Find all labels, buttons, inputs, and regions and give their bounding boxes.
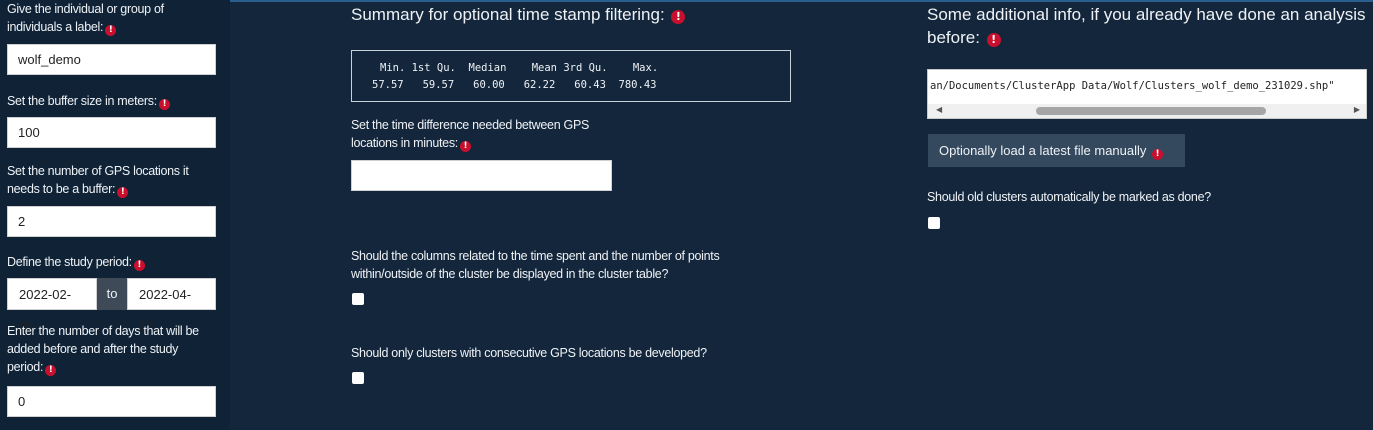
old-clusters-question: Should old clusters automatically be mar… bbox=[927, 190, 1211, 204]
days-input[interactable]: 0 bbox=[7, 386, 216, 417]
scroll-left-icon[interactable]: ◀ bbox=[936, 105, 942, 114]
label-input[interactable]: wolf_demo bbox=[7, 44, 216, 75]
buffer-size-label: Set the buffer size in meters:! bbox=[7, 92, 222, 110]
days-label: Enter the number of days that will be ad… bbox=[7, 324, 199, 376]
scroll-thumb[interactable] bbox=[1036, 107, 1266, 115]
file-path-output[interactable]: an/Documents/ClusterApp Data/Wolf/Cluste… bbox=[927, 69, 1367, 119]
gps-count-label: Set the number of GPS locations it needs… bbox=[7, 164, 189, 198]
label-field-label: Give the individual or group of individu… bbox=[7, 2, 164, 36]
gps-count-input[interactable]: 2 bbox=[7, 206, 216, 237]
summary-output: Min. 1st Qu. Median Mean 3rd Qu. Max. 57.… bbox=[351, 50, 791, 102]
info-icon[interactable]: ! bbox=[459, 141, 471, 152]
date-start-input[interactable]: 2022-02-28 bbox=[7, 278, 97, 334]
info-icon[interactable]: ! bbox=[133, 260, 145, 271]
date-separator: to bbox=[97, 278, 127, 310]
info-icon[interactable]: ! bbox=[105, 25, 117, 36]
consecutive-question: Should only clusters with consecutive GP… bbox=[351, 346, 707, 360]
info-icon: ! bbox=[1152, 149, 1164, 160]
info-icon[interactable]: ! bbox=[986, 33, 1001, 47]
horizontal-scrollbar[interactable]: ◀ ▶ bbox=[928, 104, 1366, 118]
file-path-text: an/Documents/ClusterApp Data/Wolf/Cluste… bbox=[930, 80, 1335, 92]
time-diff-label: Set the time difference needed between G… bbox=[351, 118, 590, 152]
study-period-label: Define the study period:! bbox=[7, 253, 222, 271]
info-icon[interactable]: ! bbox=[45, 365, 57, 376]
summary-values: 57.57 59.57 60.00 62.22 60.43 780.43 bbox=[372, 79, 657, 91]
buffer-size-input[interactable]: 100 bbox=[7, 117, 216, 148]
summary-title: Summary for optional time stamp filterin… bbox=[351, 3, 686, 26]
old-clusters-checkbox[interactable] bbox=[928, 217, 940, 229]
columns-question: Should the columns related to the time s… bbox=[351, 249, 720, 281]
columns-checkbox[interactable] bbox=[352, 293, 364, 305]
scroll-right-icon[interactable]: ▶ bbox=[1354, 105, 1360, 114]
summary-headers: Min. 1st Qu. Median Mean 3rd Qu. Max. bbox=[380, 62, 659, 74]
info-icon[interactable]: ! bbox=[158, 99, 170, 110]
load-file-button[interactable]: Optionally load a latest file manually ! bbox=[928, 134, 1185, 167]
consecutive-checkbox[interactable] bbox=[352, 372, 364, 384]
time-diff-input[interactable] bbox=[351, 160, 612, 191]
additional-info-title: Some additional info, if you already hav… bbox=[927, 5, 1366, 47]
info-icon[interactable]: ! bbox=[671, 10, 686, 24]
info-icon[interactable]: ! bbox=[117, 187, 129, 198]
date-end-input[interactable]: 2022-04-17 bbox=[127, 278, 216, 334]
